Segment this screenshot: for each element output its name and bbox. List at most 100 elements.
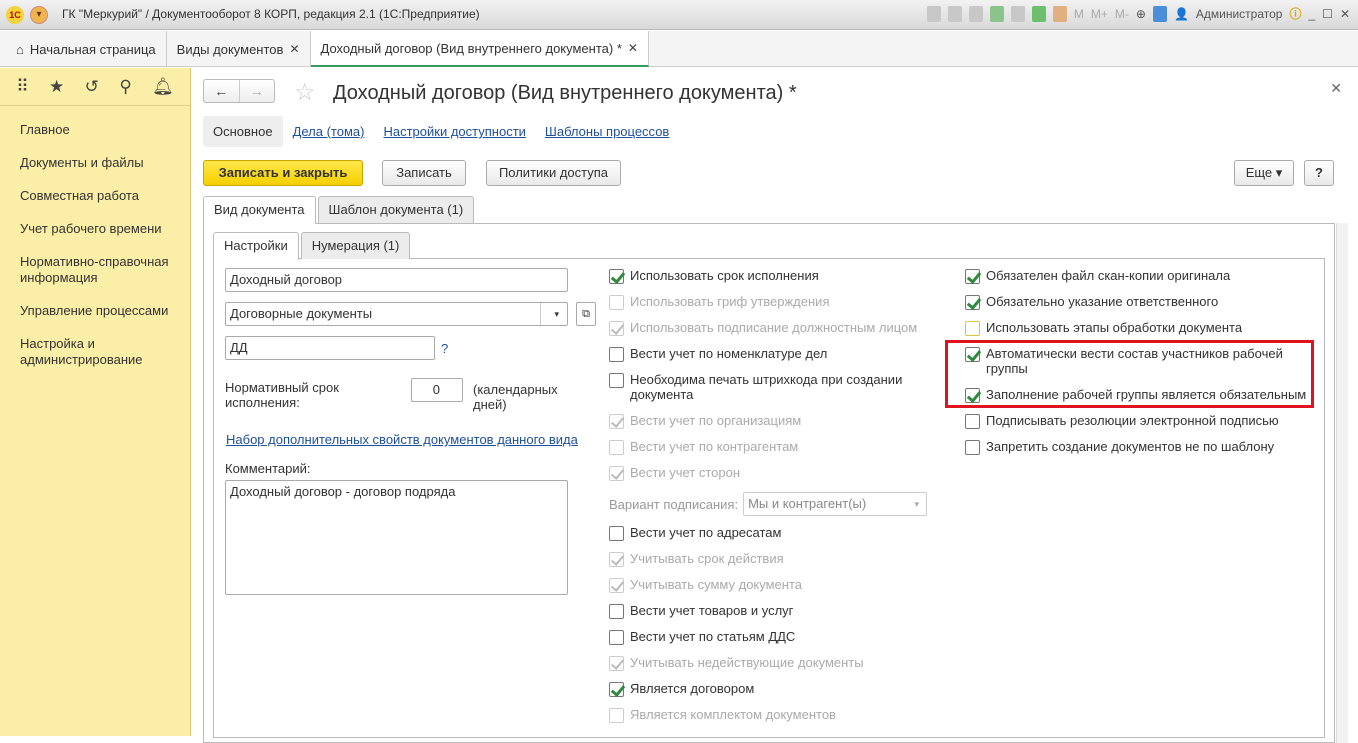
checkbox-unchecked-icon[interactable] (609, 347, 624, 362)
checkbox-row[interactable]: Является договором (609, 681, 939, 707)
checkbox-checked-icon[interactable] (965, 295, 980, 310)
checkbox-unchecked-icon (609, 295, 624, 310)
1c-logo-icon: 1С (6, 6, 24, 24)
checkbox-checked-icon[interactable] (965, 269, 980, 284)
checkbox-label: Запретить создание документов не по шабл… (986, 439, 1275, 454)
sign-variant-select[interactable]: Мы и контрагент(ы) ▾ (743, 492, 928, 516)
checkbox-label: Вести учет сторон (630, 465, 741, 480)
close-icon[interactable]: ✕ (628, 41, 638, 55)
scanner-icon[interactable] (1010, 5, 1025, 22)
prefix-input[interactable]: ДД (225, 336, 435, 360)
sidebar-item[interactable]: Совместная работа (0, 180, 190, 213)
close-window-button[interactable]: ✕ (1340, 7, 1350, 21)
memory-minus-button[interactable]: M- (1115, 7, 1129, 21)
favorite-star-icon[interactable]: ☆ (294, 78, 316, 107)
user-name[interactable]: Администратор (1196, 7, 1283, 21)
close-form-button[interactable]: ✕ (1330, 80, 1342, 97)
subnav-cases[interactable]: Дела (тома) (293, 124, 365, 139)
tab-document-types[interactable]: Виды документов ✕ (167, 31, 311, 67)
tab-document-template[interactable]: Шаблон документа (1) (317, 196, 475, 223)
tab-home[interactable]: ⌂ Начальная страница (0, 31, 167, 67)
checkbox-unchecked-icon[interactable] (609, 604, 624, 619)
checkbox-checked-icon[interactable] (609, 682, 624, 697)
checkbox-unchecked-icon[interactable] (965, 414, 980, 429)
checkbox-unchecked-icon[interactable] (965, 321, 980, 336)
sidebar: ⠿ ★ ↺ ⚲ 🔔︎ Главное Документы и файлы Совме… (0, 68, 191, 736)
checkbox-row: Вести учет по организациям (609, 413, 939, 439)
checkbox-row[interactable]: Вести учет товаров и услуг (609, 603, 939, 629)
chevron-down-icon[interactable]: ▾ (554, 303, 559, 325)
panels-icon[interactable] (1152, 5, 1167, 22)
preview-icon[interactable] (968, 5, 983, 22)
sign-variant-label: Вариант подписания: (609, 496, 739, 512)
apps-icon[interactable]: ⠿ (16, 77, 28, 97)
checkbox-row[interactable]: Вести учет по номенклатуре дел (609, 346, 939, 372)
open-tabs-bar: ⌂ Начальная страница Виды документов ✕ Дох… (0, 31, 1358, 67)
calendar-icon[interactable] (1052, 5, 1067, 22)
title-bar: 1С ▾ ГК "Меркурий" / Документооборот 8 К… (0, 0, 1358, 30)
checkbox-row[interactable]: Необходима печать штрихкода при создании… (609, 372, 939, 413)
search-icon[interactable]: ⚲ (119, 77, 131, 97)
user-icon: 👤 (1173, 6, 1189, 21)
info-icon[interactable]: ⓘ (1289, 5, 1301, 22)
close-icon[interactable]: ✕ (289, 42, 299, 56)
checkbox-row[interactable]: Обязателен файл скан-копии оригинала (965, 268, 1315, 294)
checkbox-unchecked-icon[interactable] (609, 526, 624, 541)
checkbox-row: Является комплектом документов (609, 707, 939, 733)
print-icon[interactable] (947, 5, 962, 22)
checkbox-row[interactable]: Вести учет по адресатам (609, 525, 939, 551)
back-button[interactable]: ← (204, 80, 239, 102)
checkbox-unchecked-icon[interactable] (609, 373, 624, 388)
more-label: Еще (1245, 165, 1273, 180)
sidebar-item[interactable]: Учет рабочего времени (0, 213, 190, 246)
checkbox-checked-icon[interactable] (609, 269, 624, 284)
prefix-help-link[interactable]: ? (441, 341, 448, 356)
name-input[interactable]: Доходный договор (225, 268, 568, 292)
checkbox-row[interactable]: Подписывать резолюции электронной подпис… (965, 413, 1315, 439)
save-and-close-button[interactable]: Записать и закрыть (203, 160, 363, 186)
forward-button[interactable]: → (238, 80, 275, 102)
tab-settings[interactable]: Настройки (213, 232, 299, 260)
subnav-process-templates[interactable]: Шаблоны процессов (545, 124, 669, 139)
sidebar-item[interactable]: Главное (0, 114, 190, 147)
history-icon[interactable]: ↺ (85, 77, 99, 97)
term-stepper[interactable]: 0 (411, 378, 463, 402)
checkbox-row[interactable]: Обязательно указание ответственного (965, 294, 1315, 320)
sidebar-item[interactable]: Нормативно-справочная информация (0, 246, 190, 295)
checkbox-row[interactable]: Запретить создание документов не по шабл… (965, 439, 1315, 465)
subnav-main[interactable]: Основное (203, 116, 283, 147)
subnav-access-settings[interactable]: Настройки доступности (383, 124, 525, 139)
minimize-button[interactable]: _ (1308, 7, 1315, 21)
tab-document-type[interactable]: Вид документа (203, 196, 316, 224)
group-select[interactable]: Договорные документы ▾ (225, 302, 568, 326)
zoom-icon[interactable]: ⊕ (1136, 7, 1146, 21)
access-policies-button[interactable]: Политики доступа (486, 160, 621, 186)
tab-label: Виды документов (176, 41, 284, 57)
sidebar-item[interactable]: Настройка и администрирование (0, 328, 190, 377)
checkbox-unchecked-icon[interactable] (965, 440, 980, 455)
checkbox-row[interactable]: Вести учет по статьям ДДС (609, 629, 939, 655)
help-button[interactable]: ? (1304, 160, 1334, 186)
checkbox-row[interactable]: Использовать срок исполнения (609, 268, 939, 294)
scrollbar[interactable] (1336, 223, 1348, 743)
comment-textarea[interactable]: Доходный договор - договор подряда (225, 480, 568, 595)
open-group-button[interactable]: ⧉ (576, 302, 596, 326)
tab-income-contract[interactable]: Доходный договор (Вид внутреннего докуме… (310, 31, 649, 67)
sidebar-item[interactable]: Документы и файлы (0, 147, 190, 180)
sidebar-item[interactable]: Управление процессами (0, 295, 190, 328)
more-button[interactable]: Еще ▾ (1234, 160, 1294, 186)
maximize-button[interactable]: ☐ (1322, 7, 1333, 21)
save-button[interactable]: Записать (382, 160, 466, 186)
memory-m-button[interactable]: M (1074, 7, 1084, 21)
checkbox-label: Подписывать резолюции электронной подпис… (986, 413, 1279, 428)
checkbox-unchecked-icon[interactable] (609, 630, 624, 645)
additional-properties-link[interactable]: Набор дополнительных свойств документов … (226, 432, 578, 447)
attach-icon[interactable] (989, 5, 1004, 22)
main-menu-button[interactable]: ▾ (30, 6, 48, 24)
save-icon[interactable] (926, 5, 941, 22)
memory-plus-button[interactable]: M+ (1091, 7, 1108, 21)
calculator-icon[interactable] (1031, 5, 1046, 22)
bell-icon[interactable]: 🔔︎ (152, 77, 174, 97)
tab-numbering[interactable]: Нумерация (1) (300, 232, 411, 259)
favorites-icon[interactable]: ★ (49, 77, 64, 97)
